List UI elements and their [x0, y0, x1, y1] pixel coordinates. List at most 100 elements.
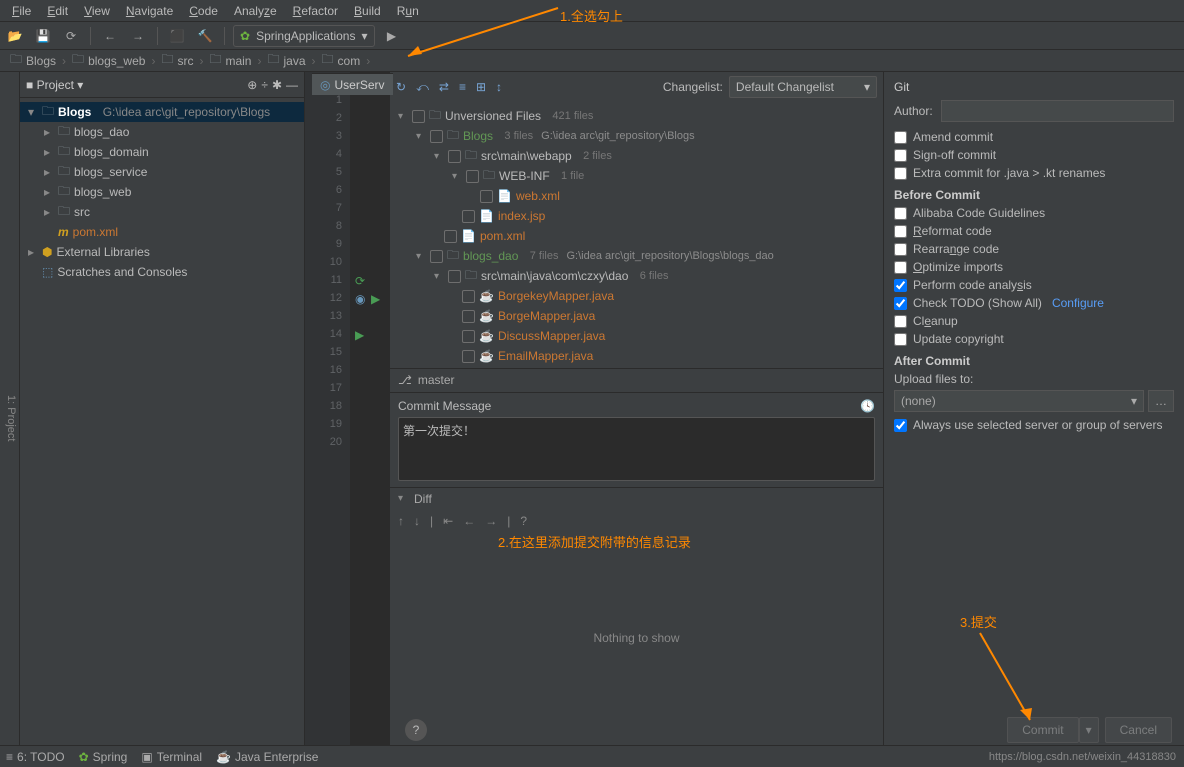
up-icon[interactable]: ↑	[398, 514, 404, 528]
todo-checkbox[interactable]: Check TODO (Show All)Configure	[894, 296, 1174, 310]
crumb-main[interactable]: 🗀main	[205, 50, 255, 71]
configure-link[interactable]: Configure	[1052, 296, 1104, 310]
author-input[interactable]	[941, 100, 1174, 122]
forward-icon[interactable]: →	[127, 25, 149, 47]
diff-empty: Nothing to show	[390, 532, 883, 746]
ft-blogs-dao[interactable]: ▾🗀blogs_dao 7 filesG:\idea arc\git_repos…	[390, 246, 883, 266]
ft-webxml[interactable]: 📄web.xml	[390, 186, 883, 206]
menu-edit[interactable]: Edit	[39, 4, 76, 18]
ft-dao2[interactable]: ☕DiscussMapper.java	[390, 326, 883, 346]
save-icon[interactable]: 💾	[32, 25, 54, 47]
menu-file[interactable]: FFileile	[4, 4, 39, 18]
run-gutter-icon-3[interactable]: ▶	[355, 328, 364, 342]
changelist-select[interactable]: Default Changelist▾	[729, 76, 877, 98]
menu-refactor[interactable]: Refactor	[285, 4, 346, 18]
cancel-button[interactable]: Cancel	[1105, 717, 1172, 743]
bean-gutter-icon[interactable]: ◉	[355, 292, 365, 306]
amend-checkbox[interactable]: Amend commit	[894, 130, 1174, 144]
menu-navigate[interactable]: Navigate	[118, 4, 181, 18]
ft-pom1[interactable]: 📄pom.xml	[390, 226, 883, 246]
open-icon[interactable]: 📂	[4, 25, 26, 47]
commit-message-input[interactable]: 第一次提交！	[398, 417, 875, 481]
help-button[interactable]: ?	[405, 719, 427, 741]
build-icon[interactable]: ⬛	[166, 25, 188, 47]
ft-webinf[interactable]: ▾🗀WEB-INF 1 file	[390, 166, 883, 186]
menu-analyze[interactable]: Analyze	[226, 4, 285, 18]
run-config-select[interactable]: ✿ SpringApplications ▾	[233, 25, 375, 47]
run-gutter-icon[interactable]: ⟳	[355, 274, 365, 288]
alibaba-checkbox[interactable]: Alibaba Code Guidelines	[894, 206, 1174, 220]
changelist-icon[interactable]: ≡	[459, 80, 466, 94]
upload-more-button[interactable]: …	[1148, 390, 1174, 412]
diff-label[interactable]: Diff	[414, 492, 432, 506]
ft-dao-pkg[interactable]: ▾🗀src\main\java\com\czxy\dao 6 files	[390, 266, 883, 286]
ft-blogs[interactable]: ▾🗀Blogs 3 filesG:\idea arc\git_repositor…	[390, 126, 883, 146]
run-gutter-icon-2[interactable]: ▶	[371, 292, 380, 306]
editor-tab[interactable]: ◎UserServ	[312, 73, 393, 95]
tree-pom[interactable]: mpom.xml	[20, 222, 304, 242]
collapse-icon[interactable]: ÷	[261, 78, 268, 92]
prev-icon[interactable]: ⇤	[443, 514, 453, 528]
tab-terminal[interactable]: ▣ Terminal	[141, 750, 202, 764]
ft-unversioned[interactable]: ▾🗀Unversioned Files 421 files	[390, 106, 883, 126]
tab-structure[interactable]: Z: Structure	[0, 382, 3, 455]
crumb-java[interactable]: 🗀java	[263, 50, 309, 71]
ft-dao3[interactable]: ☕EmailMapper.java	[390, 346, 883, 366]
signoff-checkbox[interactable]: Sign-off commit	[894, 148, 1174, 162]
always-checkbox[interactable]: Always use selected server or group of s…	[894, 418, 1174, 432]
expand-icon[interactable]: ↕	[496, 80, 502, 94]
tree-blogs-service[interactable]: ▸🗀blogs_service	[20, 162, 304, 182]
gear-icon[interactable]: ✱	[272, 78, 282, 92]
fwd-icon[interactable]: →	[485, 514, 497, 528]
author-label: Author:	[894, 104, 933, 118]
menu-build[interactable]: Build	[346, 4, 389, 18]
reformat-checkbox[interactable]: Reformat code	[894, 224, 1174, 238]
menu-code[interactable]: Code	[181, 4, 226, 18]
back-icon[interactable]: ←	[99, 25, 121, 47]
tree-blogs-dao[interactable]: ▸🗀blogs_dao	[20, 122, 304, 142]
tree-blogs-web[interactable]: ▸🗀blogs_web	[20, 182, 304, 202]
extra-checkbox[interactable]: Extra commit for .java > .kt renames	[894, 166, 1174, 180]
history-icon[interactable]: 🕓	[860, 399, 875, 413]
optimize-checkbox[interactable]: Optimize imports	[894, 260, 1174, 274]
down-icon[interactable]: ↓	[414, 514, 420, 528]
copyright-checkbox[interactable]: Update copyright	[894, 332, 1174, 346]
back-icon[interactable]: ←	[463, 514, 475, 528]
ft-dao0[interactable]: ☕BorgekeyMapper.java	[390, 286, 883, 306]
tree-src[interactable]: ▸🗀src	[20, 202, 304, 222]
upload-select[interactable]: (none)▾	[894, 390, 1144, 412]
run-icon[interactable]: ▶	[381, 25, 403, 47]
commit-button[interactable]: Commit	[1007, 717, 1078, 743]
menu-run[interactable]: Run	[389, 4, 427, 18]
menu-view[interactable]: View	[76, 4, 118, 18]
refresh-icon[interactable]: ⟳	[60, 25, 82, 47]
ft-dao1[interactable]: ☕BorgeMapper.java	[390, 306, 883, 326]
ft-indexjsp[interactable]: 📄index.jsp	[390, 206, 883, 226]
tree-blogs-domain[interactable]: ▸🗀blogs_domain	[20, 142, 304, 162]
tab-spring[interactable]: ✿ Spring	[79, 750, 128, 764]
tab-todo[interactable]: ≡ 6: TODO	[6, 750, 65, 764]
tab-project-vertical[interactable]: 1: Project	[3, 387, 19, 449]
target-icon[interactable]: ⊕	[247, 78, 257, 92]
diff-icon[interactable]: ⇄	[439, 80, 449, 94]
tab-javaee[interactable]: ☕ Java Enterprise	[216, 750, 318, 764]
help-icon[interactable]: ?	[520, 514, 527, 528]
crumb-blogs[interactable]: 🗀Blogs	[6, 50, 60, 71]
chevron-down-icon: ▾	[361, 29, 367, 43]
hide-icon[interactable]: —	[286, 78, 298, 92]
tree-external[interactable]: ▸⬢External Libraries	[20, 242, 304, 262]
ft-webapp[interactable]: ▾🗀src\main\webapp 2 files	[390, 146, 883, 166]
analysis-checkbox[interactable]: Perform code analysis	[894, 278, 1174, 292]
rearrange-checkbox[interactable]: Rearrange code	[894, 242, 1174, 256]
hammer-icon[interactable]: 🔨	[194, 25, 216, 47]
crumb-com[interactable]: 🗀com	[318, 50, 365, 71]
tree-scratches[interactable]: ⬚Scratches and Consoles	[20, 262, 304, 282]
tree-root[interactable]: ▾🗀Blogs G:\idea arc\git_repository\Blogs	[20, 102, 304, 122]
revert-icon[interactable]: ⤺	[416, 80, 429, 95]
crumb-src[interactable]: 🗀src	[157, 50, 197, 71]
group-icon[interactable]: ⊞	[476, 80, 486, 94]
refresh-icon[interactable]: ↻	[396, 80, 406, 94]
cleanup-checkbox[interactable]: Cleanup	[894, 314, 1174, 328]
crumb-blogs-web[interactable]: 🗀blogs_web	[68, 50, 149, 71]
commit-dropdown[interactable]: ▾	[1079, 717, 1099, 743]
